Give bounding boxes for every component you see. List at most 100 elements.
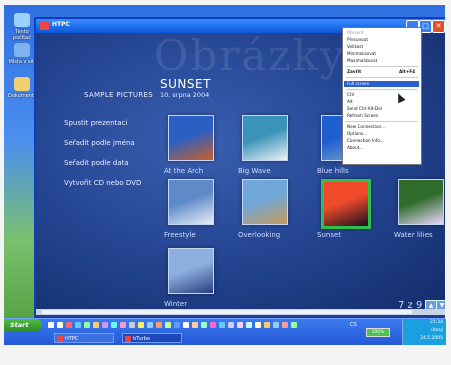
quick-launch-icon[interactable] <box>192 322 198 328</box>
sidebar-item-burn-cd[interactable]: Vytvořit CD nebo DVD <box>64 179 141 187</box>
menu-separator <box>346 121 418 122</box>
quick-launch-icon[interactable] <box>174 322 180 328</box>
menu-item-minimize[interactable]: Minimalizovat <box>347 51 419 57</box>
quick-launch-icon[interactable] <box>57 322 63 328</box>
screen: Tento počítač Místa v síti Dokumenty HTP… <box>4 5 445 341</box>
quick-launch-icon[interactable] <box>102 322 108 328</box>
menu-item-connection-info[interactable]: Connection Info... <box>347 138 419 144</box>
quick-launch-icon[interactable] <box>138 322 144 328</box>
thumbnail-caption: Winter <box>164 300 188 308</box>
sidebar-heading: SAMPLE PICTURES <box>84 91 153 99</box>
folder-date: 10. srpna 2004 <box>160 91 210 99</box>
quick-launch-icon[interactable] <box>246 322 252 328</box>
quick-launch-icon[interactable] <box>183 322 189 328</box>
menu-item-restore[interactable]: Obnovit <box>347 30 419 36</box>
window-title: HTPC <box>52 21 70 28</box>
thumbnail-sunset[interactable] <box>321 179 371 229</box>
taskbar-task-bturbo[interactable]: bTurbo <box>122 333 182 343</box>
sidebar-item-sort-date[interactable]: Seřadit podle data <box>64 159 129 167</box>
menu-separator <box>346 77 418 78</box>
clock-date: 24.5.2005 <box>420 336 443 341</box>
quick-launch-icon[interactable] <box>210 322 216 328</box>
thumbnail-caption: Big Wave <box>238 167 271 175</box>
quick-launch-icon[interactable] <box>156 322 162 328</box>
clock-day: úterý <box>431 328 443 333</box>
thumbnail-freestyle[interactable] <box>168 179 214 225</box>
thumbnail-overlooking[interactable] <box>242 179 288 225</box>
folder-heading: SUNSET <box>160 77 211 91</box>
thumbnail-water-lilies[interactable] <box>398 179 444 225</box>
system-context-menu: Obnovit Přesunout Velikost Minimalizovat… <box>342 27 422 165</box>
thumbnail-winter[interactable] <box>168 248 214 294</box>
quick-launch-icon[interactable] <box>147 322 153 328</box>
thumbnail-caption: Water lilies <box>394 231 433 239</box>
quick-launch-icon[interactable] <box>264 322 270 328</box>
quick-launch-icon[interactable] <box>165 322 171 328</box>
menu-item-maximize[interactable]: Maximalizovat <box>347 58 419 64</box>
taskbar-task-htpc[interactable]: HTPC <box>54 333 114 343</box>
system-tray: 21:34 úterý 24.5.2005 <box>402 319 446 345</box>
menu-item-close[interactable]: Zavřít Alt+F4 <box>347 69 419 75</box>
folder-icon <box>14 77 30 91</box>
quick-launch-icon[interactable] <box>93 322 99 328</box>
quick-launch-icon[interactable] <box>228 322 234 328</box>
menu-item-label: Zavřít <box>347 69 362 74</box>
start-button[interactable]: Start <box>4 319 42 331</box>
sidebar-item-slideshow[interactable]: Spustit prezentaci <box>64 119 127 127</box>
menu-item-new-connection[interactable]: New Connection... <box>347 124 419 130</box>
menu-separator <box>346 66 418 67</box>
battery-indicator: 100% <box>366 328 390 337</box>
clock-time: 21:34 <box>430 320 443 325</box>
quick-launch-icon[interactable] <box>84 322 90 328</box>
desktop-icon-network[interactable]: Místa v síti <box>8 43 36 65</box>
menu-item-alt[interactable]: Alt <box>347 99 419 105</box>
desktop-icon-my-computer[interactable]: Tento počítač <box>8 13 36 41</box>
desktop-icon-documents[interactable]: Dokumenty <box>8 77 37 99</box>
thumbnail-caption: At the Arch <box>164 167 204 175</box>
quick-launch-icon[interactable] <box>66 322 72 328</box>
language-indicator[interactable]: CS <box>350 322 357 328</box>
quick-launch-icon[interactable] <box>282 322 288 328</box>
thumbnail-caption: Blue hills <box>317 167 349 175</box>
menu-item-full-screen[interactable]: Full screen <box>344 81 419 87</box>
network-icon <box>14 43 30 57</box>
quick-launch-icon[interactable] <box>201 322 207 328</box>
menu-item-refresh[interactable]: Refresh Screen <box>347 113 419 119</box>
quick-launch-icon[interactable] <box>255 322 261 328</box>
sidebar-item-sort-name[interactable]: Seřadit podle jména <box>64 139 135 147</box>
thumbnail-caption: Overlooking <box>238 231 281 239</box>
menu-item-ctrl[interactable]: Ctrl <box>347 92 419 98</box>
close-button[interactable]: ✕ <box>432 20 445 33</box>
thumbnail-at-the-arch[interactable] <box>168 115 214 161</box>
quick-launch-icon[interactable] <box>48 322 54 328</box>
desktop-icon-label: Dokumenty <box>8 93 37 99</box>
desktop-icon-label: Tento počítač <box>12 29 32 41</box>
quick-launch-icon[interactable] <box>120 322 126 328</box>
page-down-button[interactable]: ▼ <box>436 300 445 309</box>
quick-launch-icon[interactable] <box>75 322 81 328</box>
menu-separator <box>346 89 418 90</box>
section-watermark: Obrázky <box>154 33 346 80</box>
quick-launch-icon[interactable] <box>219 322 225 328</box>
page-indicator: 7 z 9 <box>398 300 423 309</box>
app-icon <box>40 22 49 30</box>
app-icon <box>125 336 131 342</box>
quick-launch-icon[interactable] <box>129 322 135 328</box>
menu-item-size[interactable]: Velikost <box>347 44 419 50</box>
menu-item-ctrl-alt-del[interactable]: Send Ctrl-Alt-Del <box>347 106 419 112</box>
horizontal-scrollbar[interactable] <box>36 309 445 315</box>
quick-launch-icon[interactable] <box>237 322 243 328</box>
computer-icon <box>14 13 30 27</box>
task-label: HTPC <box>65 336 79 342</box>
scrollbar-thumb[interactable] <box>42 310 412 314</box>
thumbnail-big-wave[interactable] <box>242 115 288 161</box>
menu-item-about[interactable]: About... <box>347 145 419 151</box>
quick-launch-bar <box>48 322 298 329</box>
quick-launch-icon[interactable] <box>273 322 279 328</box>
desktop-icon-label: Místa v síti <box>8 59 36 65</box>
menu-item-options[interactable]: Options... <box>347 131 419 137</box>
quick-launch-icon[interactable] <box>111 322 117 328</box>
menu-item-move[interactable]: Přesunout <box>347 37 419 43</box>
thumbnail-caption: Sunset <box>317 231 342 239</box>
quick-launch-icon[interactable] <box>291 322 297 328</box>
